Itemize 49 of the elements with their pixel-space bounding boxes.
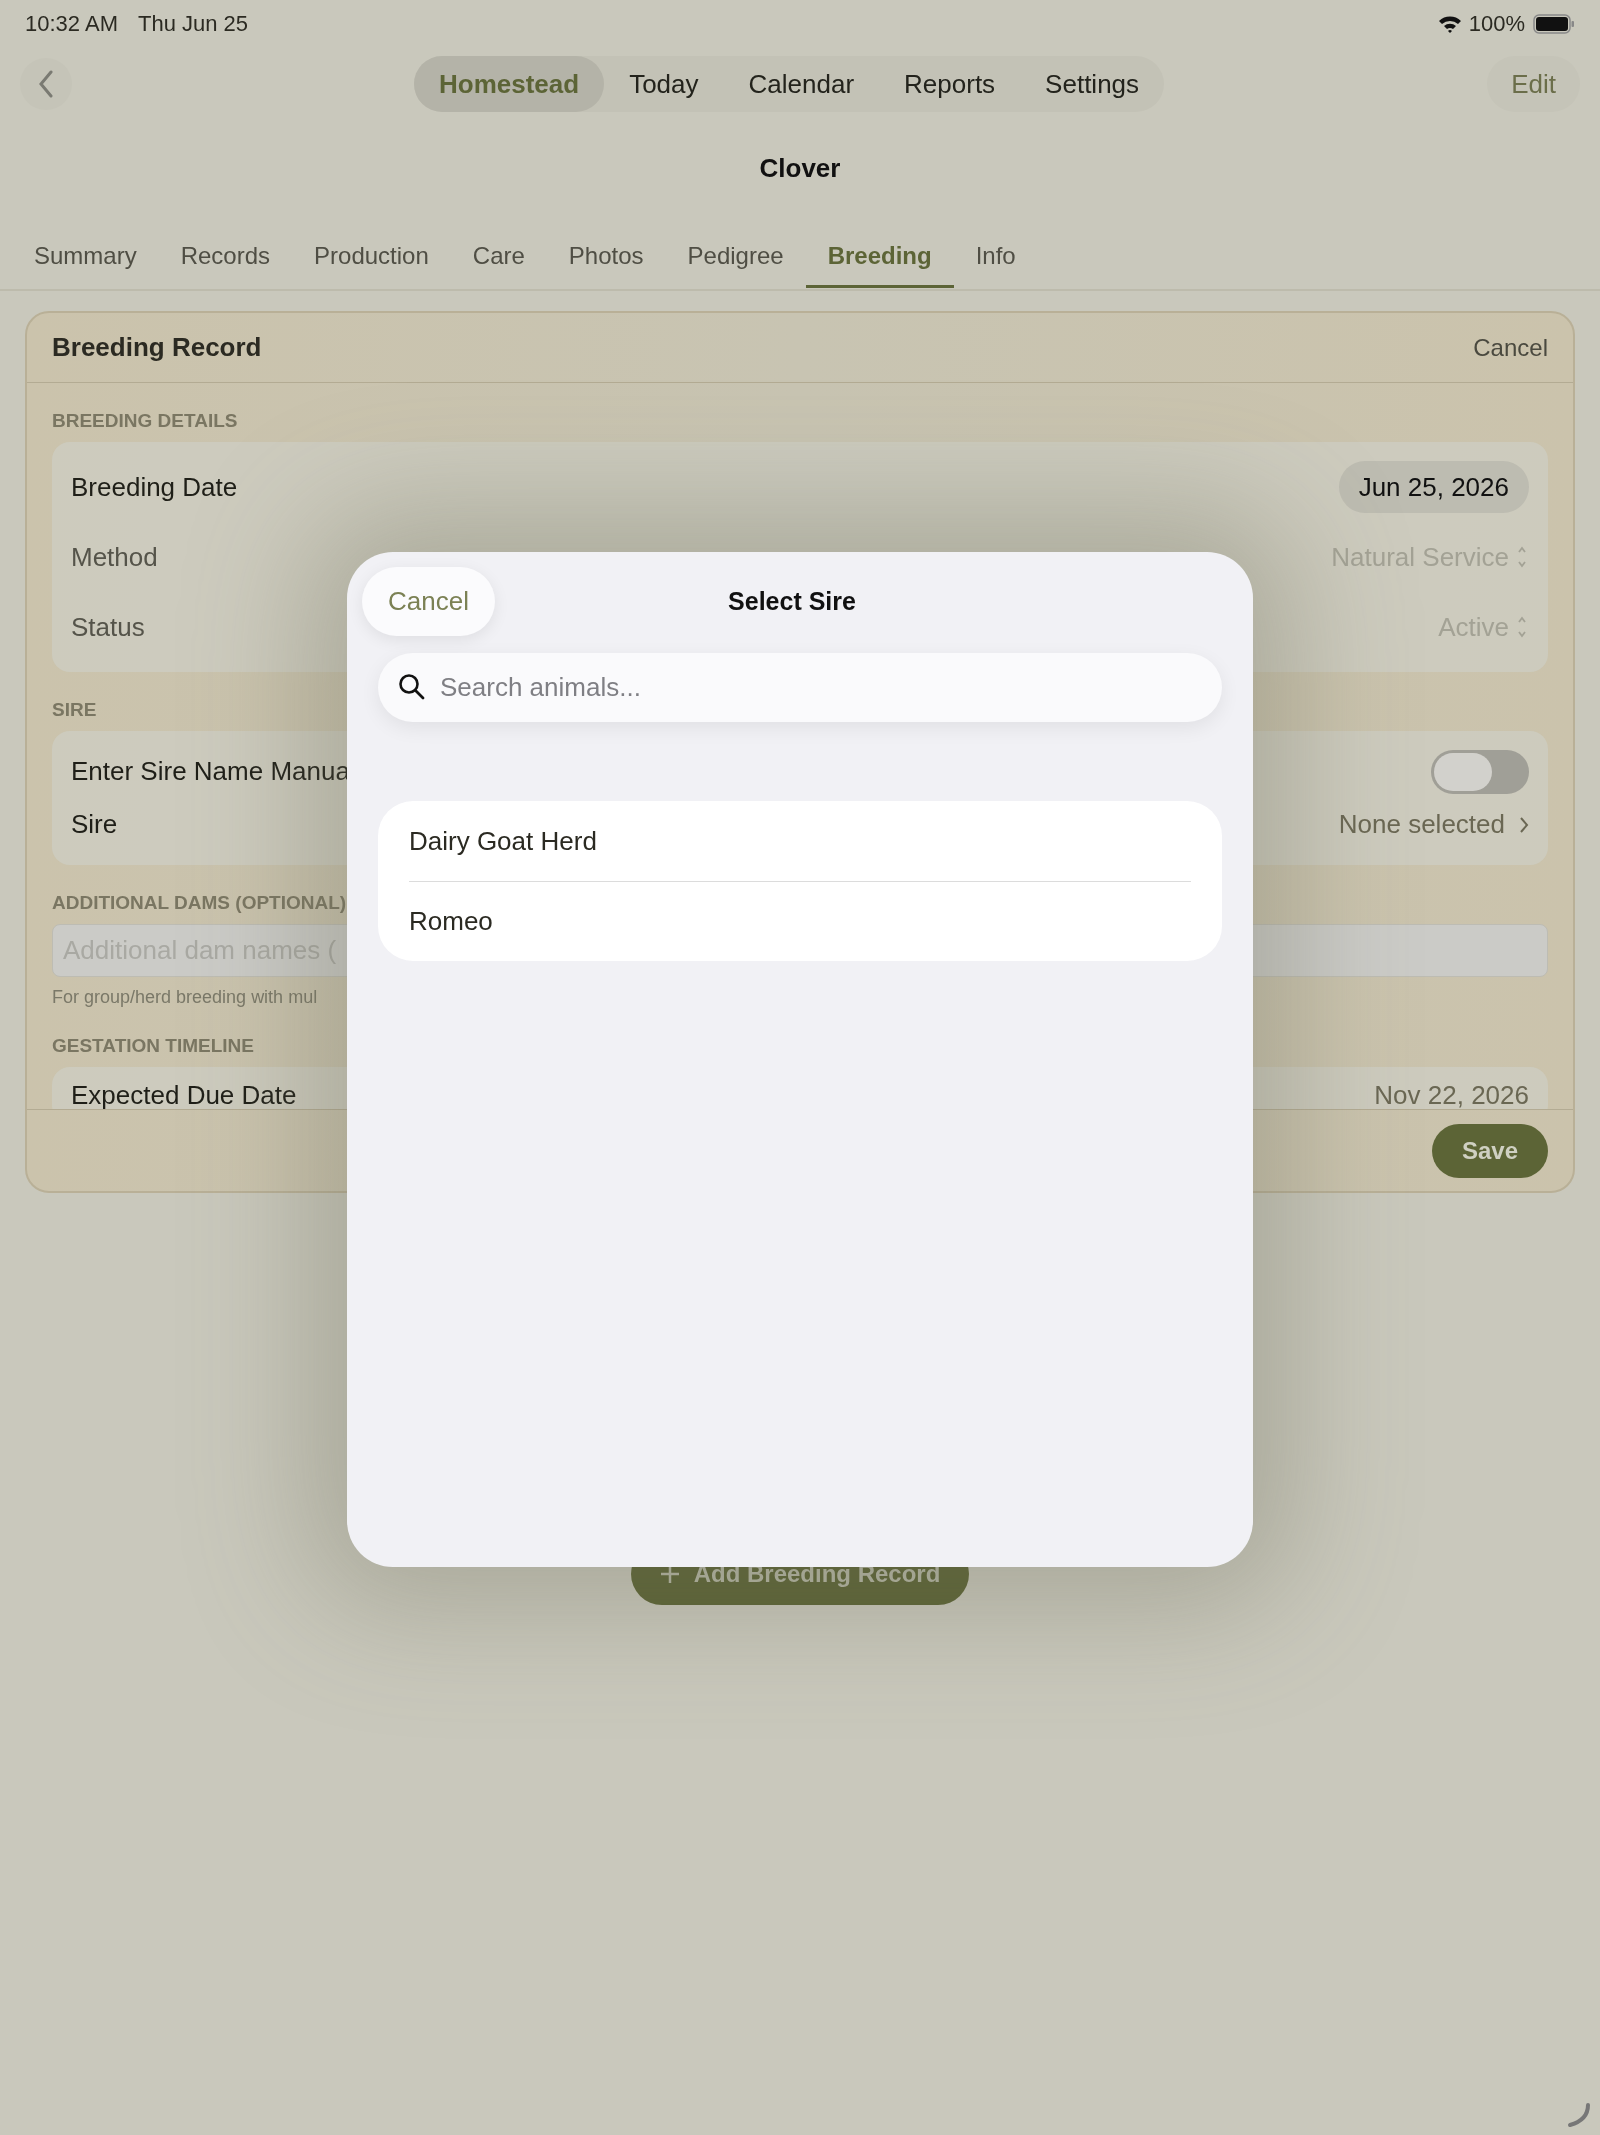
section-label: SIRE — [52, 699, 97, 721]
animal-item[interactable]: Romeo — [409, 881, 1191, 961]
nav-tab[interactable]: Settings — [1020, 56, 1165, 112]
section-label: GESTATION TIMELINE — [52, 1035, 254, 1057]
corner-arc-icon — [1566, 2102, 1592, 2128]
row-label: Sire — [71, 809, 118, 840]
nav-tab[interactable]: Today — [604, 56, 724, 112]
section-tab[interactable]: Pedigree — [665, 226, 806, 288]
sheet-title: Select Sire — [728, 587, 856, 616]
cancel-button[interactable]: Cancel — [1473, 333, 1548, 362]
chevron-right-icon — [1519, 815, 1529, 834]
up-down-chevron-icon — [1515, 616, 1529, 638]
section-tab[interactable]: Summary — [12, 226, 159, 288]
search-icon — [398, 673, 426, 701]
animal-item[interactable]: Dairy Goat Herd — [409, 801, 1191, 881]
row-value: Nov 22, 2026 — [1374, 1079, 1529, 1109]
row-label: Status — [71, 611, 145, 643]
row-label: Method — [71, 541, 158, 573]
chevron-left-icon — [38, 70, 54, 98]
save-button[interactable]: Save — [1431, 1123, 1548, 1178]
status-time: 10:32 AM — [25, 11, 118, 37]
animal-name: Clover — [758, 153, 842, 183]
section-label: ADDITIONAL DAMS (OPTIONAL) — [52, 892, 347, 914]
sire-selector[interactable]: None selected — [1338, 809, 1529, 840]
section-tab[interactable]: Records — [158, 226, 293, 288]
toggle-switch[interactable] — [1431, 749, 1529, 794]
row-label: Expected Due Date — [71, 1079, 297, 1109]
battery-percent: 100% — [1468, 11, 1525, 37]
nav-tab[interactable]: Calendar — [723, 56, 880, 112]
section-tab[interactable]: Care — [450, 226, 547, 288]
section-tab[interactable]: Production — [292, 226, 451, 288]
status-date: Thu Jun 25 — [137, 11, 249, 37]
section-label: BREEDING DETAILS — [52, 410, 238, 432]
section-tab[interactable]: Info — [953, 226, 1038, 288]
row-label: Breeding Date — [71, 471, 238, 503]
search-field[interactable]: Search animals... — [378, 653, 1222, 722]
edit-button[interactable]: Edit — [1487, 56, 1580, 112]
nav-tab[interactable]: Homestead — [414, 56, 605, 112]
date-picker[interactable]: Jun 25, 2026 — [1338, 461, 1529, 513]
row-label: Enter Sire Name Manua — [71, 756, 350, 787]
nav-tab[interactable]: Reports — [879, 56, 1021, 112]
up-down-chevron-icon — [1515, 546, 1529, 568]
card-title: Breeding Record — [52, 332, 262, 363]
section-tab[interactable]: Photos — [546, 226, 666, 288]
sheet-cancel-button[interactable]: Cancel — [362, 567, 495, 636]
plus-icon — [659, 1564, 680, 1584]
field-hint: For group/herd breeding with mul — [52, 987, 319, 1008]
section-tab[interactable]: Breeding — [805, 226, 954, 288]
battery-icon — [1533, 14, 1575, 34]
